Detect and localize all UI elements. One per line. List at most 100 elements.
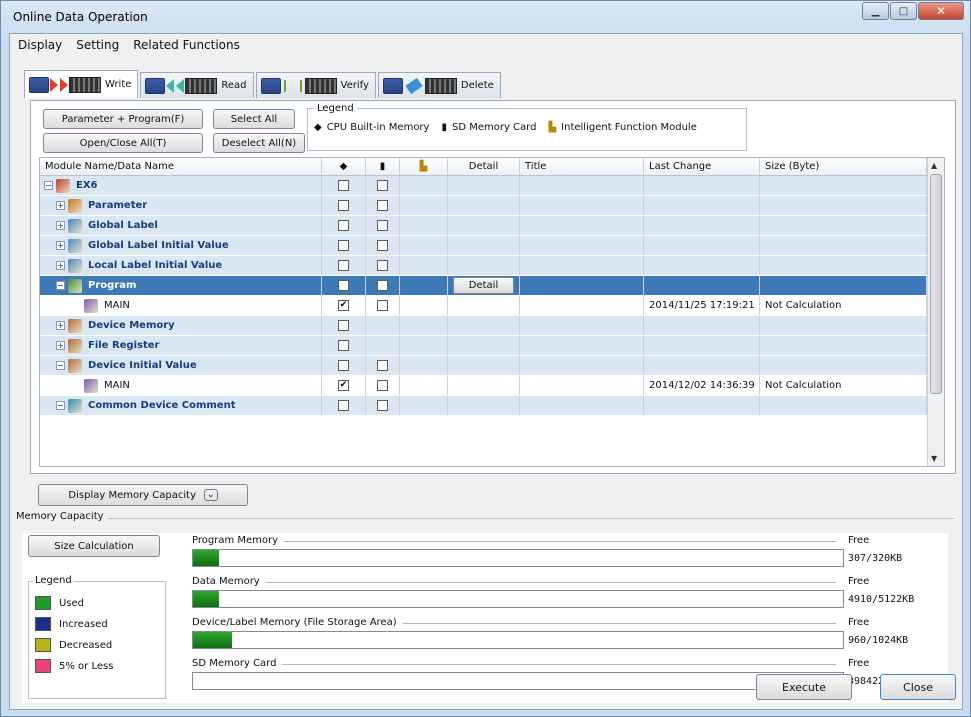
tab-delete[interactable]: Delete (377, 72, 501, 98)
col-title[interactable]: Title (520, 158, 644, 175)
minimize-button[interactable]: ▁ (862, 2, 889, 20)
cpu-memory-checkbox[interactable] (338, 280, 349, 291)
execute-button[interactable]: Execute (756, 674, 852, 700)
cpu-memory-checkbox[interactable]: ✔ (338, 380, 349, 391)
table-row[interactable]: MAIN ✔ 2014/11/25 17:19:21 Not Calculation (40, 296, 944, 316)
sd-card-checkbox[interactable] (377, 280, 388, 291)
cpu-memory-checkbox[interactable] (338, 200, 349, 211)
cpu-memory-checkbox[interactable] (338, 240, 349, 251)
sd-card-checkbox[interactable] (377, 240, 388, 251)
maximize-button[interactable]: □ (890, 2, 917, 20)
display-memory-capacity-button[interactable]: Display Memory Capacity ⌄ (38, 484, 248, 506)
cpu-memory-checkbox[interactable] (338, 320, 349, 331)
deselect-all-button[interactable]: Deselect All(N) (213, 133, 305, 153)
row-size (760, 196, 927, 215)
cpu-memory-checkbox[interactable]: ✔ (338, 300, 349, 311)
collapse-toggle-icon[interactable]: − (56, 361, 65, 370)
table-scrollbar[interactable]: ▲ ▼ (927, 158, 944, 466)
sd-card-checkbox[interactable] (377, 260, 388, 271)
sd-card-checkbox[interactable] (377, 180, 388, 191)
row-last-change (644, 236, 760, 255)
cpu-memory-checkbox[interactable] (338, 340, 349, 351)
table-row[interactable]: − EX6 (40, 176, 944, 196)
table-row[interactable]: − Device Initial Value (40, 356, 944, 376)
sd-card-checkbox[interactable] (377, 360, 388, 371)
expand-toggle-icon[interactable]: + (56, 221, 65, 230)
legend-swatch (35, 617, 51, 631)
tab-read[interactable]: Read (140, 72, 254, 98)
intelligent-module-icon: ▙ (548, 122, 557, 133)
sd-card-icon: ▮ (441, 122, 447, 133)
scroll-up-icon[interactable]: ▲ (931, 161, 937, 170)
row-title (520, 356, 644, 375)
sd-card-checkbox[interactable] (377, 380, 388, 391)
row-title (520, 176, 644, 195)
row-size (760, 396, 927, 415)
row-name: Program (88, 280, 137, 291)
collapse-toggle-icon[interactable]: − (56, 281, 65, 290)
expand-toggle-icon[interactable]: + (56, 241, 65, 250)
sd-card-checkbox[interactable] (377, 400, 388, 411)
memory-legend-label: Used (59, 597, 85, 609)
table-row[interactable]: + Global Label Initial Value (40, 236, 944, 256)
row-name: File Register (88, 340, 160, 351)
cpu-memory-checkbox[interactable] (338, 180, 349, 191)
col-size[interactable]: Size (Byte) (760, 158, 927, 175)
close-button[interactable]: Close (880, 674, 956, 700)
sd-card-checkbox[interactable] (377, 200, 388, 211)
cpu-memory-checkbox[interactable] (338, 220, 349, 231)
scroll-thumb[interactable] (930, 174, 942, 394)
menu-related-functions[interactable]: Related Functions (133, 38, 240, 52)
tab-verify[interactable]: Verify (255, 72, 376, 98)
col-cpu-memory[interactable]: ◆ (322, 158, 366, 175)
open-close-all-button[interactable]: Open/Close All(T) (43, 133, 203, 153)
row-name: Local Label Initial Value (88, 260, 223, 271)
table-row[interactable]: MAIN ✔ 2014/12/02 14:36:39 Not Calculation (40, 376, 944, 396)
collapse-toggle-icon[interactable]: − (44, 181, 53, 190)
title-bar: Online Data Operation ▁ □ ✕ (1, 1, 970, 33)
col-detail[interactable]: Detail (448, 158, 520, 175)
close-window-button[interactable]: ✕ (918, 2, 964, 20)
module-icon (68, 238, 82, 253)
module-icon (68, 338, 82, 353)
memory-legend-item: 5% or Less (35, 659, 165, 673)
expand-toggle-icon[interactable]: + (56, 261, 65, 270)
size-calculation-button[interactable]: Size Calculation (28, 535, 160, 557)
col-last-change[interactable]: Last Change (644, 158, 760, 175)
table-row[interactable]: + Global Label (40, 216, 944, 236)
sd-card-checkbox[interactable] (377, 300, 388, 311)
expand-toggle-icon[interactable]: + (56, 341, 65, 350)
tab-write[interactable]: Write (24, 70, 139, 98)
table-row[interactable]: + Local Label Initial Value (40, 256, 944, 276)
storage-legend: Legend ◆ CPU Built-in Memory ▮ SD Memory… (307, 103, 747, 151)
cpu-memory-icon: ◆ (339, 161, 348, 172)
menu-setting[interactable]: Setting (76, 38, 119, 52)
cpu-memory-checkbox[interactable] (338, 360, 349, 371)
col-sd-card[interactable]: ▮ (366, 158, 400, 175)
row-name: Global Label Initial Value (88, 240, 229, 251)
menu-display[interactable]: Display (18, 38, 62, 52)
expand-toggle-icon[interactable]: + (56, 201, 65, 210)
write-icon (29, 76, 101, 93)
cpu-memory-checkbox[interactable] (338, 400, 349, 411)
cpu-memory-checkbox[interactable] (338, 260, 349, 271)
table-row[interactable]: − Program Detail (40, 276, 944, 296)
scroll-down-icon[interactable]: ▼ (931, 454, 937, 463)
select-all-button[interactable]: Select All (213, 109, 295, 129)
detail-button[interactable]: Detail (453, 277, 514, 294)
sd-card-checkbox[interactable] (377, 220, 388, 231)
expand-chevron-icon: ⌄ (204, 489, 218, 501)
table-row[interactable]: + Parameter (40, 196, 944, 216)
write-panel: Parameter + Program(F) Select All Open/C… (30, 100, 956, 474)
col-module-name[interactable]: Module Name/Data Name (40, 158, 322, 175)
collapse-toggle-icon[interactable]: − (56, 401, 65, 410)
table-row[interactable]: + Device Memory (40, 316, 944, 336)
row-last-change (644, 396, 760, 415)
table-row[interactable]: + File Register (40, 336, 944, 356)
tab-write-label: Write (105, 79, 132, 90)
expand-toggle-icon[interactable]: + (56, 321, 65, 330)
col-intelligent-module[interactable]: ▙ (400, 158, 448, 175)
table-row[interactable]: − Common Device Comment (40, 396, 944, 416)
sd-card-icon: ▮ (379, 161, 386, 172)
parameter-program-button[interactable]: Parameter + Program(F) (43, 109, 203, 129)
